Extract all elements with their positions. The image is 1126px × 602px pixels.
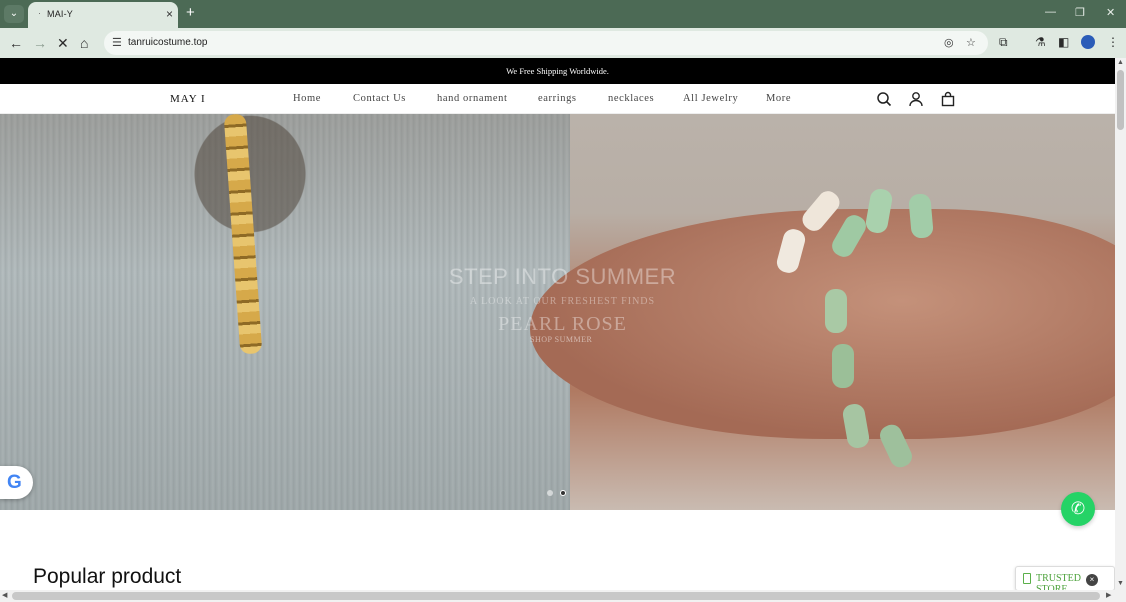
hero-caption: STEP INTO SUMMER A LOOK AT OUR FRESHEST … <box>380 264 745 336</box>
nav-all-jewelry[interactable]: All Jewelry <box>683 93 738 104</box>
hero-title: STEP INTO SUMMER <box>448 264 677 289</box>
announcement-bar: We Free Shipping Worldwide. <box>0 58 1115 84</box>
nav-home[interactable]: Home <box>293 93 321 104</box>
stop-loading-icon[interactable]: ✕ <box>57 35 69 51</box>
search-icon[interactable] <box>876 91 892 107</box>
home-icon[interactable]: ⌂ <box>80 35 88 51</box>
hero-subtitle: A LOOK AT OUR FRESHEST FINDS <box>469 296 656 307</box>
nav-earrings[interactable]: earrings <box>538 93 577 104</box>
minimize-button[interactable]: — <box>1045 6 1056 18</box>
site-info-icon[interactable]: ☰ <box>112 36 122 49</box>
account-icon[interactable] <box>908 91 924 107</box>
site-logo[interactable]: MAY I <box>170 93 206 105</box>
horizontal-scrollbar[interactable]: ◀ ▶ <box>0 590 1126 602</box>
browser-tab[interactable]: · MAI-Y × <box>28 2 178 28</box>
maximize-button[interactable]: ❐ <box>1075 6 1085 19</box>
browser-toolbar: ← → ✕ ⌂ ☰ tanruicostume.top ◎ ☆ ⧉ ⚗ ◧ ⋮ <box>0 28 1126 58</box>
slide-dot-2-active[interactable] <box>560 490 566 496</box>
hero-brand: PEARL ROSE <box>498 313 627 335</box>
shield-check-icon <box>1023 573 1031 584</box>
hero-slideshow[interactable]: STEP INTO SUMMER A LOOK AT OUR FRESHEST … <box>0 114 1115 510</box>
browser-tab-bar: ⌄ · MAI-Y × + — ❐ ✕ <box>0 0 1126 28</box>
cart-icon[interactable] <box>940 91 956 107</box>
google-icon: G <box>7 472 22 493</box>
bookmark-star-icon[interactable]: ☆ <box>966 36 976 49</box>
tab-search-button[interactable]: ⌄ <box>4 5 24 23</box>
labs-icon[interactable]: ⚗ <box>1035 35 1046 49</box>
scroll-down-icon[interactable]: ▼ <box>1117 580 1124 587</box>
nav-hand-ornament[interactable]: hand ornament <box>437 93 508 104</box>
trusted-store-badge[interactable]: TRUSTED STORE <box>1015 566 1115 595</box>
eye-off-icon[interactable]: ◎ <box>944 36 954 49</box>
vertical-scrollbar[interactable]: ▲ ▼ <box>1115 58 1126 590</box>
menu-dots-icon[interactable]: ⋮ <box>1107 35 1119 49</box>
scroll-left-icon[interactable]: ◀ <box>2 591 7 599</box>
close-window-button[interactable]: ✕ <box>1106 6 1115 19</box>
vertical-scroll-thumb[interactable] <box>1117 70 1124 130</box>
nav-more[interactable]: More <box>766 93 791 104</box>
profile-avatar[interactable] <box>1081 35 1095 49</box>
scroll-right-icon[interactable]: ▶ <box>1106 591 1111 599</box>
tab-close-icon[interactable]: × <box>166 7 173 21</box>
new-tab-button[interactable]: + <box>186 5 195 21</box>
address-bar[interactable]: ☰ tanruicostume.top ◎ ☆ <box>104 31 988 55</box>
back-icon[interactable]: ← <box>9 35 23 51</box>
tab-title: MAI-Y <box>47 9 74 19</box>
trusted-badge-close-icon[interactable]: × <box>1086 574 1098 586</box>
scroll-up-icon[interactable]: ▲ <box>1117 59 1124 66</box>
loading-icon: · <box>38 8 41 18</box>
shop-summer-button[interactable]: SHOP SUMMER <box>530 335 592 344</box>
google-reviews-badge[interactable]: G <box>0 466 33 499</box>
popular-product-heading: Popular product <box>33 565 182 588</box>
horizontal-scroll-thumb[interactable] <box>12 592 1100 600</box>
nav-necklaces[interactable]: necklaces <box>608 93 654 104</box>
side-panel-icon[interactable]: ◧ <box>1058 35 1069 49</box>
site-header: MAY I Home Contact Us hand ornament earr… <box>0 84 1115 114</box>
slide-dot-1[interactable] <box>547 490 553 496</box>
nav-contact-us[interactable]: Contact Us <box>353 93 406 104</box>
extensions-icon[interactable]: ⧉ <box>999 35 1008 50</box>
url-text: tanruicostume.top <box>128 37 208 48</box>
forward-icon[interactable]: → <box>33 35 47 51</box>
whatsapp-icon[interactable]: ✆ <box>1061 492 1095 526</box>
